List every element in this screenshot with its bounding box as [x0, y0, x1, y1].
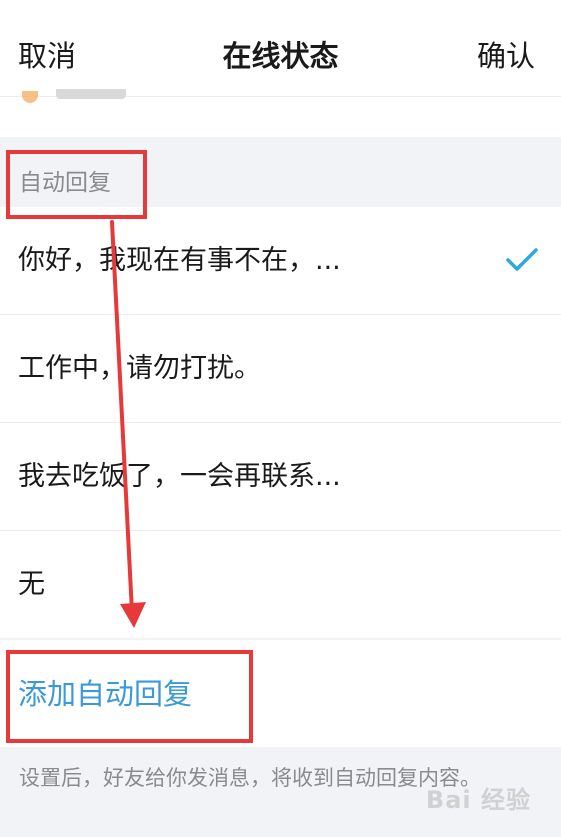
reply-item-text: 工作中，请勿打扰。 [18, 353, 261, 384]
auto-reply-list: 你好，我现在有事不在，... 工作中，请勿打扰。 我去吃饭了，一会再联系... … [0, 207, 561, 638]
partial-status-text [56, 89, 126, 99]
reply-item[interactable]: 工作中，请勿打扰。 [0, 315, 561, 423]
reply-item-text: 无 [18, 569, 45, 600]
reply-item[interactable]: 你好，我现在有事不在，... [0, 207, 561, 315]
checkmark-icon [506, 248, 538, 271]
annotation-box-section-label [6, 150, 147, 219]
watermark-logo: Bai 经验 [425, 786, 531, 814]
online-status-screen: 取消 在线状态 确认 自动回复 你好，我现在有事不在，... 工作中，请勿打扰。… [0, 0, 561, 837]
reply-item-text: 我去吃饭了，一会再联系... [18, 461, 341, 492]
nav-header: 取消 在线状态 确认 [0, 0, 561, 96]
reply-item[interactable]: 我去吃饭了，一会再联系... [0, 423, 561, 531]
annotation-box-add-reply [6, 650, 253, 743]
reply-item-text: 你好，我现在有事不在，... [18, 245, 341, 276]
reply-item[interactable]: 无 [0, 531, 561, 638]
confirm-button[interactable]: 确认 [477, 36, 535, 76]
partial-status-row [0, 89, 561, 137]
status-dot-icon [22, 91, 38, 103]
